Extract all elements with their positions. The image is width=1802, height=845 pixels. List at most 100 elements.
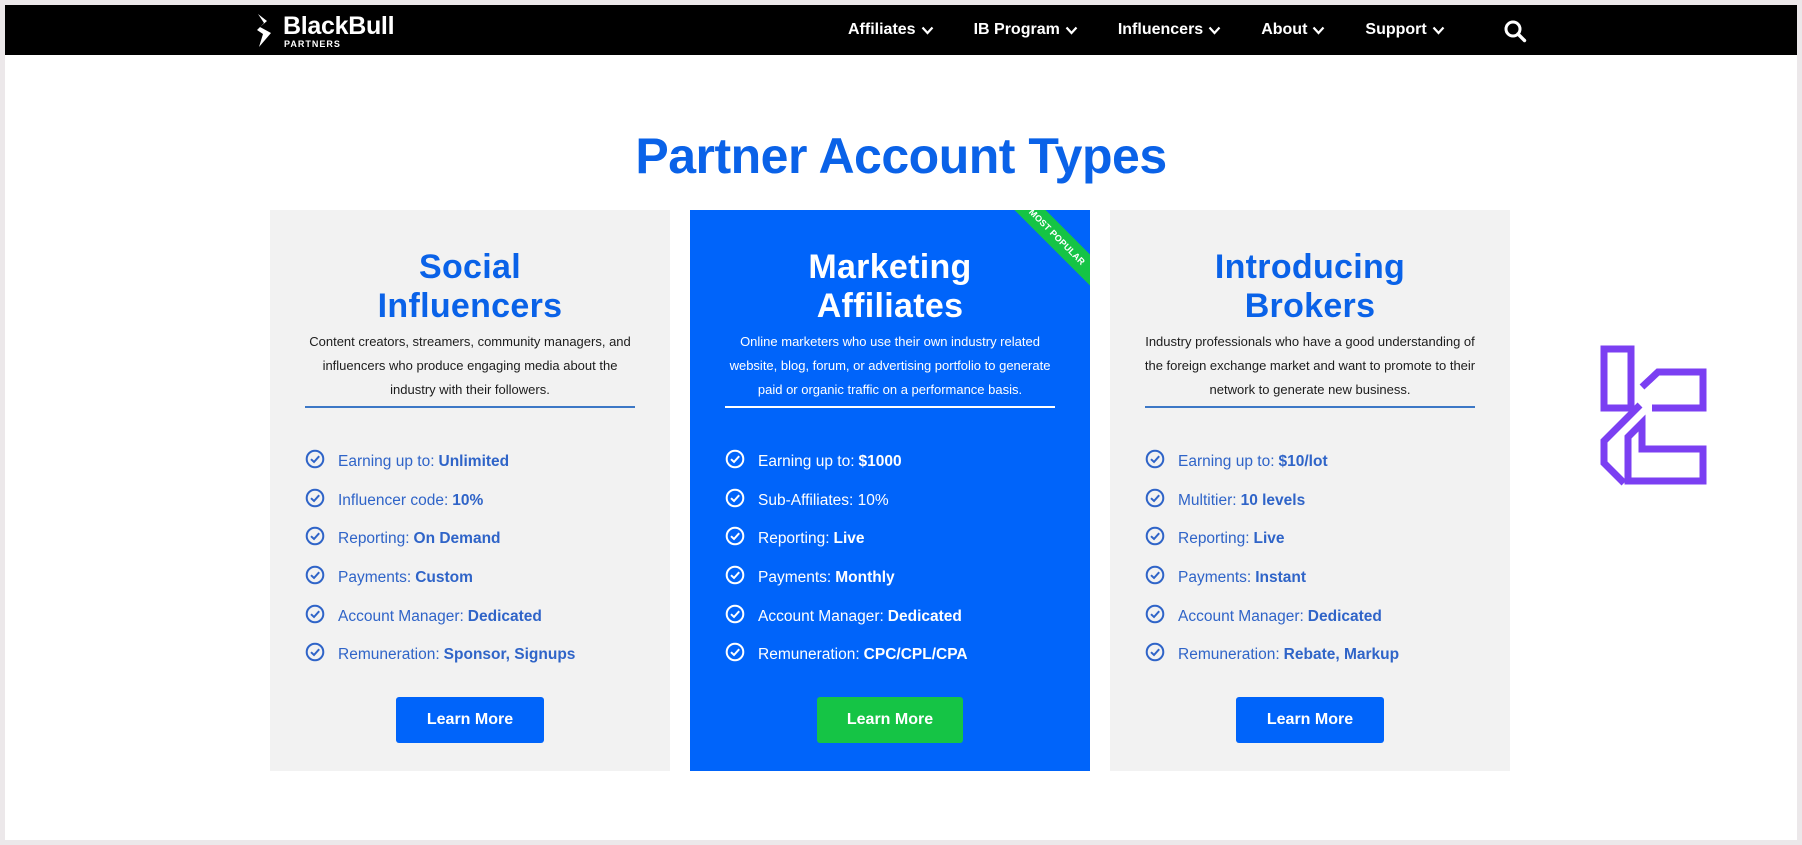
feature-item: Multitier: 10 levels	[1145, 482, 1485, 521]
feature-list: Earning up to: $10/lot Multitier: 10 level…	[1145, 443, 1485, 675]
feature-label: Earning up to:	[1178, 453, 1275, 471]
chevron-down-icon	[921, 26, 933, 35]
card-description: Online marketers who use their own indus…	[729, 334, 1051, 397]
main-nav: Affiliates IB Program Influencers About …	[848, 5, 1485, 55]
feature-item: Earning up to: $10/lot	[1145, 443, 1485, 482]
feature-value: Custom	[415, 569, 473, 587]
feature-label: Earning up to:	[338, 453, 435, 471]
card-title-line: Introducing	[1214, 248, 1406, 286]
chevron-down-icon	[1065, 26, 1078, 35]
feature-value: Dedicated	[467, 607, 542, 625]
check-circle-icon	[725, 565, 745, 585]
nav-item-influencers[interactable]: Influencers	[1118, 21, 1221, 39]
feature-list: Earning up to: Unlimited Influencer code:…	[305, 443, 645, 675]
nav-item-affiliates[interactable]: Affiliates	[848, 21, 934, 39]
card-divider	[305, 406, 635, 408]
feature-value: Monthly	[835, 569, 895, 587]
card-title: Introducing Brokers	[1110, 248, 1510, 326]
card-title-line: Affiliates	[816, 287, 964, 325]
card-divider	[725, 406, 1055, 408]
feature-value: CPC/CPL/CPA	[863, 646, 968, 664]
feature-item: Account Manager: Dedicated	[305, 597, 645, 636]
card-title-line: Brokers	[1244, 287, 1376, 325]
feature-value: Instant	[1255, 569, 1307, 587]
nav-item-support[interactable]: Support	[1365, 21, 1445, 39]
blackbull-logo-icon	[257, 14, 271, 47]
page-title: Partner Account Types	[635, 128, 1167, 184]
check-circle-icon	[305, 565, 325, 585]
feature-label: Multitier:	[1178, 491, 1237, 509]
feature-item: Payments: Monthly	[725, 559, 1065, 598]
feature-value: Live	[1253, 530, 1285, 548]
feature-value: $1000	[858, 453, 902, 471]
watermark-logo-icon	[1600, 345, 1707, 486]
check-circle-icon	[305, 449, 325, 469]
brand-text: BlackBull PARTNERS	[283, 11, 395, 49]
card-title-line: Social	[419, 248, 521, 286]
feature-label: Remuneration:	[338, 646, 440, 664]
check-circle-icon	[305, 527, 325, 546]
card-description: Content creators, streamers, community m…	[309, 334, 631, 397]
learn-more-button[interactable]: Learn More	[817, 697, 963, 743]
check-circle-icon	[305, 604, 325, 623]
account-card-introducing-brokers: Introducing Brokers Industry professiona…	[1110, 210, 1510, 771]
chevron-down-icon	[1313, 26, 1325, 35]
feature-label: Account Manager:	[1178, 607, 1304, 625]
feature-label: Reporting:	[1178, 530, 1250, 548]
account-card-social-influencers: Social Influencers Content creators, str…	[270, 210, 670, 771]
feature-label: Account Manager:	[338, 607, 464, 625]
brand-logo[interactable]: BlackBull PARTNERS	[255, 11, 395, 51]
check-circle-icon	[1145, 642, 1165, 662]
nav-item-ib-program[interactable]: IB Program	[974, 21, 1078, 39]
feature-item: Account Manager: Dedicated	[1145, 597, 1485, 636]
card-title-line: Marketing	[808, 248, 972, 286]
feature-label: Payments:	[758, 569, 832, 587]
feature-label: Reporting:	[338, 530, 410, 548]
brand-subtitle: PARTNERS	[284, 38, 341, 49]
nav-item-label: Affiliates	[848, 21, 916, 38]
feature-value: 10 levels	[1240, 491, 1306, 509]
feature-label: Payments:	[338, 569, 412, 587]
search-icon[interactable]	[1503, 19, 1527, 43]
feature-value: Live	[833, 530, 865, 548]
feature-item: Reporting: On Demand	[305, 520, 645, 559]
check-circle-icon	[1145, 488, 1165, 508]
card-title: Social Influencers	[270, 248, 670, 326]
feature-value: Dedicated	[887, 607, 962, 625]
learn-more-button[interactable]: Learn More	[396, 697, 544, 743]
nav-item-about[interactable]: About	[1261, 21, 1325, 39]
check-circle-icon	[1145, 527, 1165, 546]
feature-value: Dedicated	[1307, 607, 1382, 625]
check-circle-icon	[305, 488, 325, 508]
feature-label: Payments:	[1178, 569, 1252, 587]
feature-label: Influencer code:	[338, 491, 449, 509]
feature-item: Remuneration: Rebate, Markup	[1145, 636, 1485, 675]
check-circle-icon	[725, 488, 745, 508]
check-circle-icon	[725, 527, 745, 546]
feature-item: Reporting: Live	[725, 520, 1065, 559]
chevron-down-icon	[1432, 26, 1445, 35]
account-card-marketing-affiliates: MOST POPULAR Marketing Affiliates Online…	[690, 210, 1090, 771]
card-description: Industry professionals who have a good u…	[1144, 334, 1476, 397]
learn-more-button[interactable]: Learn More	[1236, 697, 1384, 743]
feature-label: Remuneration:	[1178, 646, 1280, 664]
feature-item: Account Manager: Dedicated	[725, 597, 1065, 636]
feature-item: Earning up to: Unlimited	[305, 443, 645, 482]
feature-value: 10%	[452, 491, 484, 509]
nav-item-label: IB Program	[973, 21, 1060, 38]
feature-value: Rebate, Markup	[1283, 646, 1400, 664]
check-circle-icon	[725, 642, 745, 662]
top-navbar: BlackBull PARTNERS Affiliates IB Program…	[5, 5, 1797, 55]
feature-label: Earning up to:	[758, 453, 855, 471]
nav-item-label: Influencers	[1117, 21, 1204, 38]
check-circle-icon	[1145, 604, 1165, 623]
feature-item: Payments: Custom	[305, 559, 645, 598]
feature-item: Reporting: Live	[1145, 520, 1485, 559]
feature-item: Payments: Instant	[1145, 559, 1485, 598]
page-frame: BlackBull PARTNERS Affiliates IB Program…	[5, 5, 1797, 840]
check-circle-icon	[725, 604, 745, 623]
feature-item: Remuneration: CPC/CPL/CPA	[725, 636, 1065, 675]
brand-name: BlackBull	[283, 11, 395, 40]
feature-list: Earning up to: $1000 Sub-Affiliates: 10% …	[725, 443, 1065, 675]
check-circle-icon	[305, 642, 325, 662]
